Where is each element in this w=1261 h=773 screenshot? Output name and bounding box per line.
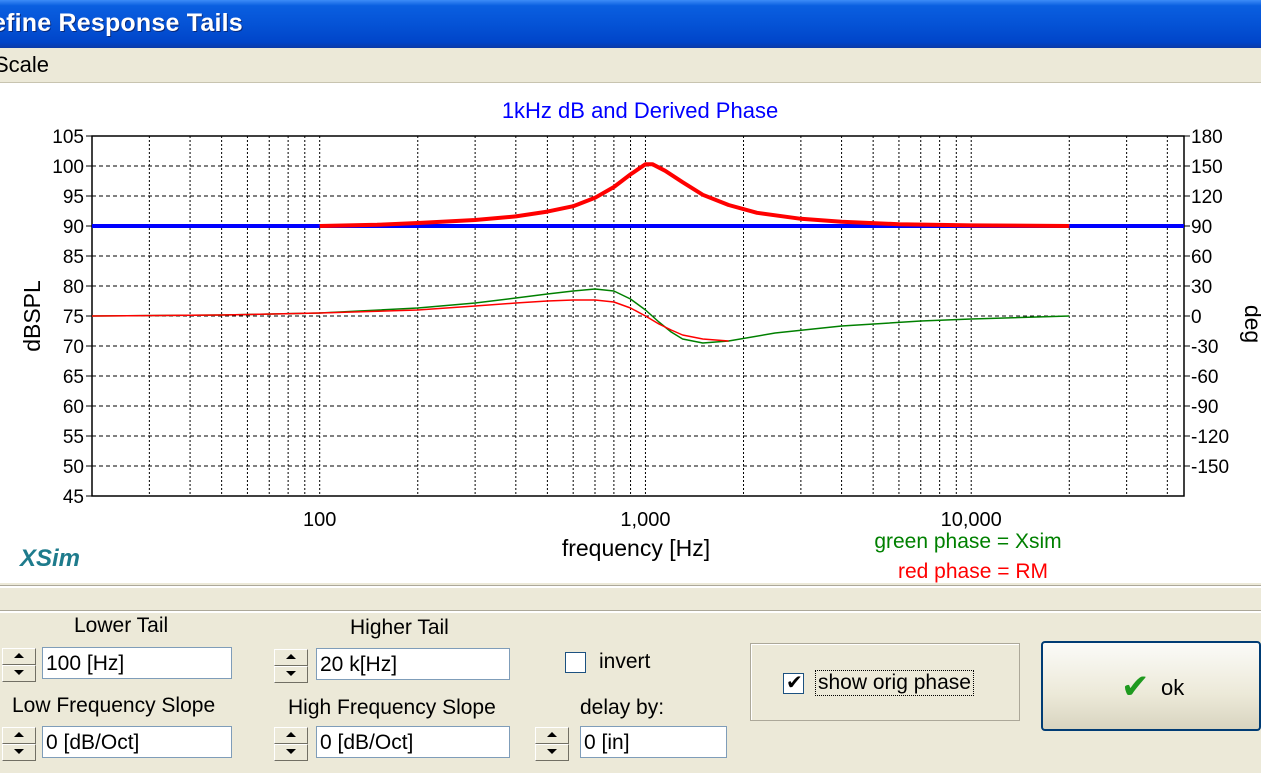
- lower-tail-label: Lower Tail: [74, 614, 169, 637]
- chart-panel: 105 100 95 90 85 80 75 70 65 60 55 50 45 180 150 120 90 6…: [0, 83, 1261, 583]
- show-orig-phase-checkbox[interactable]: ✔: [783, 672, 804, 694]
- low-slope-label: Low Frequency Slope: [12, 694, 216, 717]
- invert-checkbox[interactable]: [565, 652, 586, 673]
- delay-input[interactable]: 0 [in]: [580, 726, 727, 758]
- spin-down-button[interactable]: [2, 744, 36, 761]
- spin-up-button[interactable]: [535, 727, 569, 744]
- spin-up-button[interactable]: [274, 727, 308, 744]
- y2-tick-label: 150: [1191, 157, 1223, 178]
- arrow-up-icon: [14, 732, 24, 737]
- arrow-up-icon: [547, 732, 557, 737]
- y-tick-label: 75: [63, 307, 84, 328]
- y-tick-label: 95: [63, 187, 84, 208]
- y2-tick-label: 120: [1191, 187, 1223, 208]
- y-tick-label: 100: [52, 157, 84, 178]
- y-axis-label: dBSPL: [19, 280, 45, 352]
- x-tick-label: 100: [303, 509, 336, 531]
- arrow-down-icon: [547, 749, 557, 754]
- lower-tail-spinner[interactable]: [2, 648, 36, 682]
- arrow-up-icon: [14, 653, 24, 658]
- window-title: efine Response Tails: [0, 9, 243, 37]
- xsim-logo: XSim: [20, 545, 81, 572]
- checkmark-icon: ✔: [786, 672, 803, 694]
- x-tick-label: 10,000: [941, 509, 1002, 531]
- y2-tick-label: -90: [1191, 397, 1218, 418]
- frequency-response-chart: 105 100 95 90 85 80 75 70 65 60 55 50 45 180 150 120 90 6…: [19, 98, 1261, 583]
- show-orig-phase-label[interactable]: show orig phase: [815, 670, 974, 696]
- y2-tick-label: 180: [1191, 127, 1223, 148]
- y2-tick-label: -30: [1191, 337, 1218, 358]
- spin-down-button[interactable]: [274, 666, 308, 683]
- y-tick-label: 70: [63, 337, 84, 358]
- menu-bar: Scale: [0, 48, 1261, 83]
- y2-tick-label: 0: [1191, 307, 1202, 328]
- high-slope-label: High Frequency Slope: [288, 696, 496, 719]
- checkmark-icon: ✔: [1121, 668, 1150, 706]
- delay-label: delay by:: [580, 696, 665, 719]
- arrow-down-icon: [286, 671, 296, 676]
- y-tick-label: 45: [63, 487, 84, 508]
- ok-label: ok: [1161, 675, 1185, 700]
- y2-tick-label: 60: [1191, 247, 1212, 268]
- y2-tick-label: -120: [1191, 427, 1229, 448]
- lower-tail-input[interactable]: 100 [Hz]: [42, 647, 232, 679]
- low-slope-spinner[interactable]: [2, 727, 36, 761]
- legend-note-rm: red phase = RM: [898, 560, 1048, 583]
- spin-down-button[interactable]: [2, 665, 36, 682]
- separator: [0, 610, 1261, 613]
- high-slope-input[interactable]: 0 [dB/Oct]: [316, 726, 510, 758]
- higher-tail-label: Higher Tail: [350, 616, 449, 639]
- y2-tick-label: -60: [1191, 367, 1218, 388]
- title-bar[interactable]: efine Response Tails: [0, 0, 1261, 48]
- y-tick-label: 55: [63, 427, 84, 448]
- y-tick-label: 85: [63, 247, 84, 268]
- y-tick-label: 50: [63, 457, 84, 478]
- arrow-up-icon: [286, 732, 296, 737]
- y-tick-label: 60: [63, 397, 84, 418]
- x-axis-label: frequency [Hz]: [562, 535, 710, 561]
- low-slope-input[interactable]: 0 [dB/Oct]: [42, 726, 232, 758]
- y2-tick-label: 30: [1191, 277, 1212, 298]
- y2-tick-label: -150: [1191, 457, 1229, 478]
- arrow-down-icon: [14, 749, 24, 754]
- spin-up-button[interactable]: [274, 649, 308, 666]
- y-tick-label: 80: [63, 277, 84, 298]
- high-slope-spinner[interactable]: [274, 727, 308, 761]
- higher-tail-input[interactable]: 20 k[Hz]: [316, 648, 510, 680]
- y-tick-label: 65: [63, 367, 84, 388]
- ok-button[interactable]: ✔ ok: [1041, 641, 1261, 731]
- arrow-down-icon: [286, 749, 296, 754]
- delay-spinner[interactable]: [535, 727, 569, 761]
- chart-title: 1kHz dB and Derived Phase: [502, 98, 778, 123]
- x-tick-label: 1,000: [620, 509, 670, 531]
- y2-axis-label: deg: [1240, 305, 1261, 343]
- y2-tick-label: 90: [1191, 217, 1212, 238]
- spin-down-button[interactable]: [535, 744, 569, 761]
- arrow-up-icon: [286, 654, 296, 659]
- higher-tail-spinner[interactable]: [274, 649, 308, 683]
- separator: [0, 585, 1261, 588]
- y-tick-label: 90: [63, 217, 84, 238]
- spin-up-button[interactable]: [2, 648, 36, 665]
- spin-up-button[interactable]: [2, 727, 36, 744]
- arrow-down-icon: [14, 670, 24, 675]
- invert-label: invert: [599, 650, 651, 673]
- legend-note-xsim: green phase = Xsim: [874, 530, 1061, 553]
- menu-item-scale[interactable]: Scale: [0, 52, 49, 78]
- spin-down-button[interactable]: [274, 744, 308, 761]
- y-tick-label: 105: [52, 127, 84, 148]
